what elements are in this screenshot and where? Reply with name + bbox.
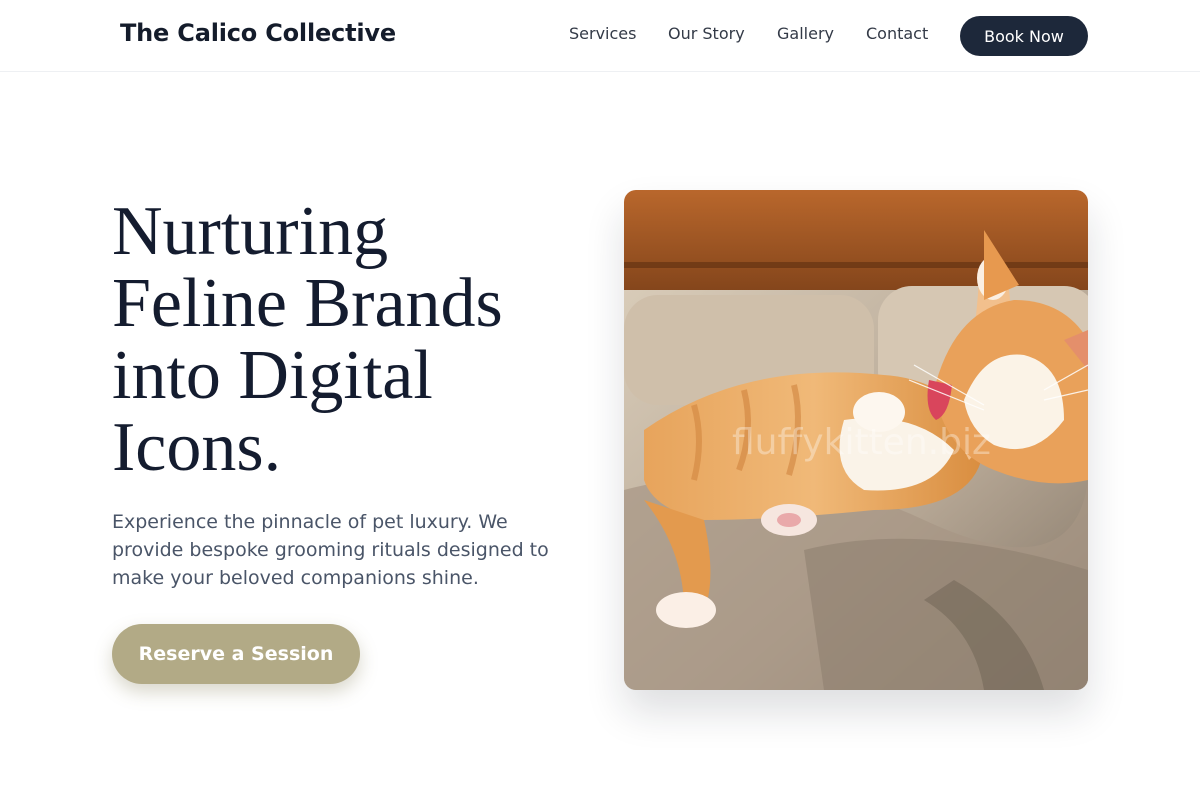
nav-services-link[interactable]: Services — [569, 24, 636, 43]
hero-cat-photo: fluffykitten.biz — [624, 190, 1088, 690]
hero-description-line: Experience the pinnacle of pet luxury. W… — [112, 511, 508, 533]
image-watermark: fluffykitten.biz — [732, 422, 991, 463]
nav-gallery-link[interactable]: Gallery — [777, 24, 834, 43]
book-now-button[interactable]: Book Now — [960, 16, 1088, 56]
reserve-session-button[interactable]: Reserve a Session — [112, 624, 360, 684]
hero-headline-line: Nurturing — [112, 193, 389, 270]
hero-description-line: provide bespoke grooming rituals designe… — [112, 539, 549, 561]
hero-headline-line: Feline Brands — [112, 265, 503, 342]
nav-our-story-link[interactable]: Our Story — [668, 24, 745, 43]
hero-headline-line: into Digital — [112, 337, 433, 414]
hero-description-line: make your beloved companions shine. — [112, 567, 479, 589]
hero-headline-line: Icons. — [112, 409, 282, 486]
nav-contact-link[interactable]: Contact — [866, 24, 928, 43]
hero-headline: Nurturing Feline Brands into Digital Ico… — [112, 196, 592, 484]
hero-description: Experience the pinnacle of pet luxury. W… — [112, 508, 592, 592]
site-header: The Calico Collective Services Our Story… — [0, 0, 1200, 72]
